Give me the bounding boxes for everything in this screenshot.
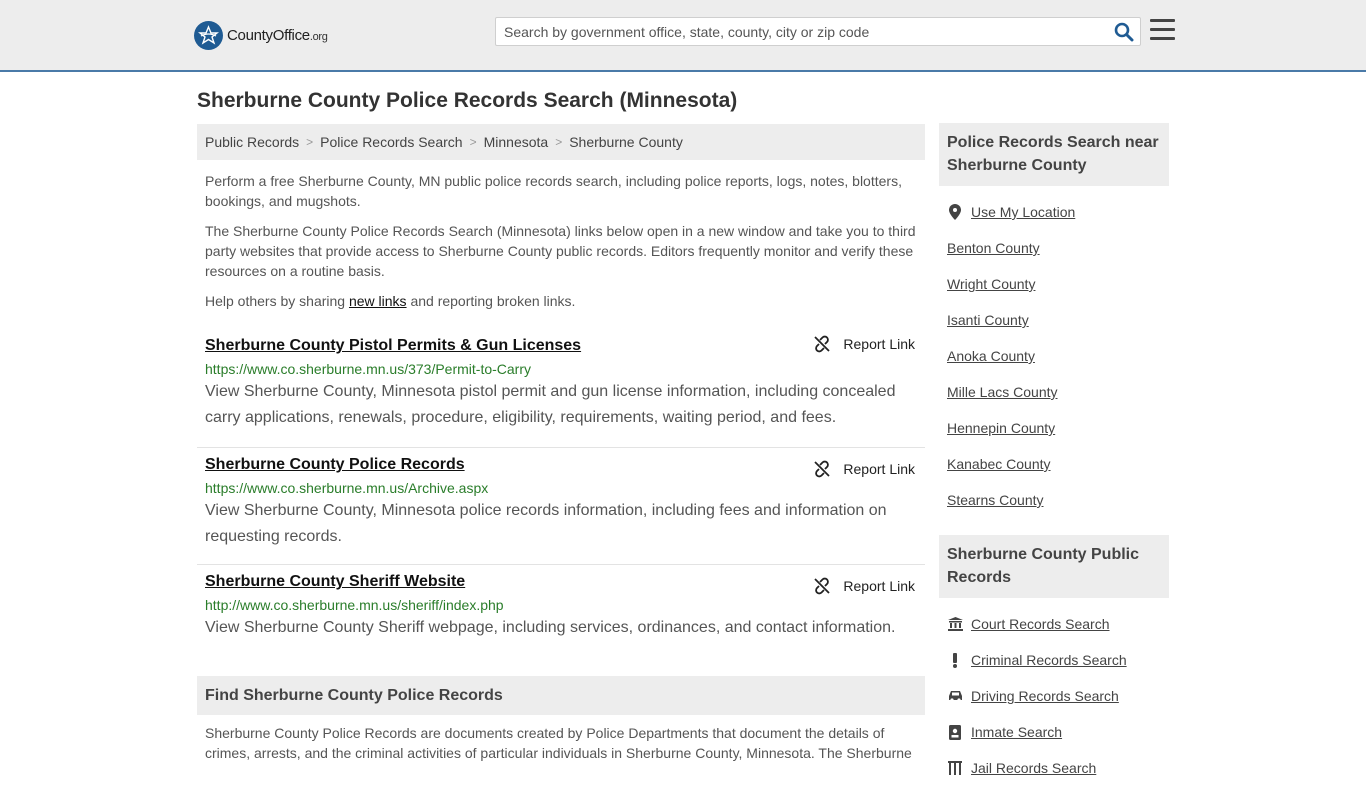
find-records-heading: Find Sherburne County Police Records: [197, 676, 925, 715]
breadcrumb-police-records-search[interactable]: Police Records Search: [320, 134, 462, 150]
report-link-button[interactable]: Report Link: [813, 577, 915, 595]
result-title-link[interactable]: Sherburne County Sheriff Website: [205, 573, 465, 591]
list-item: Jail Records Search: [947, 750, 1169, 786]
result-description: View Sherburne County, Minnesota pistol …: [205, 383, 896, 426]
result-url: http://www.co.sherburne.mn.us/sheriff/in…: [205, 597, 504, 613]
broken-link-icon: [814, 335, 831, 353]
page-title: Sherburne County Police Records Search (…: [197, 89, 738, 112]
car-icon: [947, 690, 963, 702]
result-item: Sherburne County Sheriff Website Report …: [197, 565, 925, 655]
search-input[interactable]: [496, 18, 1106, 45]
logo-text: CountyOffice.org: [227, 26, 328, 44]
breadcrumb-minnesota[interactable]: Minnesota: [484, 134, 549, 150]
exclamation-icon: [947, 652, 963, 668]
report-link-button[interactable]: Report Link: [813, 335, 915, 353]
find-records-text: Sherburne County Police Records are docu…: [205, 725, 912, 761]
search-box: [495, 17, 1141, 46]
report-link-label: Report Link: [843, 461, 915, 477]
result-item: Sherburne County Police Records Report L…: [197, 448, 925, 565]
list-item: Inmate Search: [947, 714, 1169, 750]
breadcrumb-separator: >: [469, 135, 477, 149]
breadcrumb-sherburne-county[interactable]: Sherburne County: [569, 134, 683, 150]
court-records-link[interactable]: Court Records Search: [971, 616, 1110, 632]
intro-paragraph: Perform a free Sherburne County, MN publ…: [205, 173, 902, 209]
list-item: Isanti County: [947, 302, 1169, 338]
nearby-county-link[interactable]: Stearns County: [947, 492, 1044, 508]
jail-records-link[interactable]: Jail Records Search: [971, 760, 1096, 776]
list-item: Criminal Records Search: [947, 642, 1169, 678]
result-url: https://www.co.sherburne.mn.us/Archive.a…: [205, 480, 489, 496]
list-item: Benton County: [947, 230, 1169, 266]
site-logo[interactable]: CountyOffice.org: [194, 20, 328, 50]
broken-link-icon: [814, 460, 831, 478]
jail-icon: [947, 761, 963, 775]
nearby-list: Use My Location Benton County Wright Cou…: [939, 186, 1169, 518]
sidebar: Police Records Search near Sherburne Cou…: [939, 123, 1169, 786]
public-records-list: Court Records Search Criminal Records Se…: [939, 598, 1169, 786]
breadcrumb-separator: >: [306, 135, 314, 149]
nearby-county-link[interactable]: Anoka County: [947, 348, 1035, 364]
new-links-link[interactable]: new links: [349, 293, 407, 309]
intro-paragraph: The Sherburne County Police Records Sear…: [205, 223, 916, 279]
site-header: CountyOffice.org: [0, 0, 1366, 72]
hamburger-menu-icon[interactable]: [1150, 19, 1175, 41]
list-item: Wright County: [947, 266, 1169, 302]
list-item: Driving Records Search: [947, 678, 1169, 714]
result-description: View Sherburne County Sheriff webpage, i…: [205, 619, 896, 636]
broken-link-icon: [814, 577, 831, 595]
result-description: View Sherburne County, Minnesota police …: [205, 502, 887, 545]
nearby-county-link[interactable]: Kanabec County: [947, 456, 1051, 472]
driving-records-link[interactable]: Driving Records Search: [971, 688, 1119, 704]
list-item: Use My Location: [947, 194, 1169, 230]
map-marker-icon: [947, 204, 963, 220]
result-url: https://www.co.sherburne.mn.us/373/Permi…: [205, 361, 532, 377]
main-content: Public Records > Police Records Search >…: [197, 124, 925, 761]
report-link-button[interactable]: Report Link: [813, 460, 915, 478]
list-item: Stearns County: [947, 482, 1169, 518]
inmate-search-link[interactable]: Inmate Search: [971, 724, 1062, 740]
list-item: Kanabec County: [947, 446, 1169, 482]
report-link-label: Report Link: [843, 336, 915, 352]
result-title-link[interactable]: Sherburne County Police Records: [205, 456, 465, 474]
nearby-county-link[interactable]: Benton County: [947, 240, 1040, 256]
nearby-county-link[interactable]: Wright County: [947, 276, 1035, 292]
breadcrumb-public-records[interactable]: Public Records: [205, 134, 299, 150]
breadcrumb-separator: >: [555, 135, 563, 149]
intro-sharing-note: Help others by sharing new links and rep…: [205, 293, 576, 309]
report-link-label: Report Link: [843, 578, 915, 594]
courthouse-icon: [947, 617, 963, 631]
logo-badge-icon: [194, 20, 223, 50]
criminal-records-link[interactable]: Criminal Records Search: [971, 652, 1127, 668]
list-item: Hennepin County: [947, 410, 1169, 446]
public-records-heading: Sherburne County Public Records: [939, 535, 1169, 598]
result-title-link[interactable]: Sherburne County Pistol Permits & Gun Li…: [205, 337, 581, 355]
nearby-county-link[interactable]: Hennepin County: [947, 420, 1055, 436]
intro-text: Perform a free Sherburne County, MN publ…: [197, 171, 925, 311]
breadcrumb: Public Records > Police Records Search >…: [197, 124, 925, 160]
list-item: Mille Lacs County: [947, 374, 1169, 410]
result-item: Sherburne County Pistol Permits & Gun Li…: [197, 330, 925, 448]
nearby-county-link[interactable]: Isanti County: [947, 312, 1029, 328]
nearby-county-link[interactable]: Mille Lacs County: [947, 384, 1058, 400]
list-item: Anoka County: [947, 338, 1169, 374]
id-badge-icon: [947, 724, 963, 740]
nearby-heading: Police Records Search near Sherburne Cou…: [939, 123, 1169, 186]
use-my-location-link[interactable]: Use My Location: [971, 204, 1075, 220]
list-item: Court Records Search: [947, 606, 1169, 642]
search-icon[interactable]: [1114, 22, 1134, 42]
